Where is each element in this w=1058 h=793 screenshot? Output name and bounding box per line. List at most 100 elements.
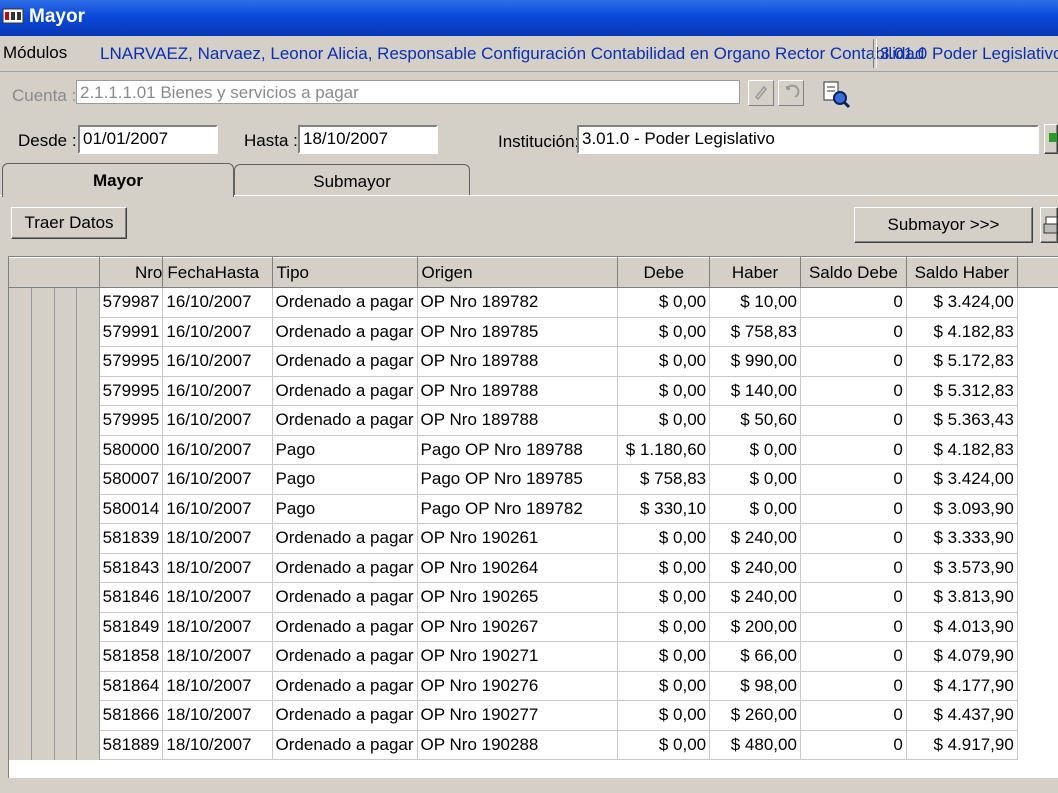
cell-tipo[interactable]: Ordenado a pagar <box>272 287 418 318</box>
cell-debe[interactable]: $ 758,83 <box>617 464 711 495</box>
cell-saldo-debe[interactable]: 0 <box>800 464 907 495</box>
cell-nro[interactable]: 581864 <box>99 671 164 701</box>
cell-haber[interactable]: $ 200,00 <box>709 612 801 642</box>
cell-tipo[interactable]: Ordenado a pagar <box>272 376 418 406</box>
cell-debe[interactable]: $ 0,00 <box>617 582 711 613</box>
cell-fechahasta[interactable]: 18/10/2007 <box>162 730 273 760</box>
cell-tipo[interactable]: Ordenado a pagar <box>272 553 418 583</box>
table-row[interactable]: 581839 18/10/2007 Ordenado a pagar OP Nro 1… <box>9 523 1058 554</box>
cell-origen[interactable]: OP Nro 190271 <box>417 641 619 672</box>
cell-origen[interactable]: OP Nro 190261 <box>417 523 619 554</box>
cell-nro[interactable]: 580000 <box>99 435 164 465</box>
row-indicator-cell[interactable] <box>9 405 33 435</box>
cell-fechahasta[interactable]: 16/10/2007 <box>162 464 273 495</box>
cell-saldo-debe[interactable]: 0 <box>800 405 907 436</box>
cell-tipo[interactable]: Ordenado a pagar <box>272 317 418 347</box>
institucion-field[interactable]: 3.01.0 - Poder Legislativo <box>577 125 1039 154</box>
cell-nro[interactable]: 581889 <box>99 730 164 760</box>
cell-debe[interactable]: $ 0,00 <box>617 553 711 583</box>
col-tipo[interactable]: Tipo <box>272 257 418 288</box>
cell-fechahasta[interactable]: 16/10/2007 <box>162 317 273 347</box>
cell-saldo-haber[interactable]: $ 3.093,90 <box>906 494 1018 524</box>
cell-debe[interactable]: $ 0,00 <box>617 523 711 554</box>
row-indicator-cell[interactable] <box>76 287 100 317</box>
row-indicator-cell[interactable] <box>31 523 55 553</box>
ledger-grid[interactable]: Nro FechaHasta Tipo Origen Debe Haber Sa… <box>8 256 1058 780</box>
col-debe[interactable]: Debe <box>617 257 711 288</box>
row-indicator-cell[interactable] <box>9 376 33 406</box>
row-indicator-cell[interactable] <box>76 464 100 494</box>
cell-saldo-haber[interactable]: $ 5.172,83 <box>906 346 1018 377</box>
cell-nro[interactable]: 579987 <box>99 287 164 318</box>
cell-haber[interactable]: $ 66,00 <box>709 641 801 672</box>
cell-haber[interactable]: $ 98,00 <box>709 671 801 701</box>
row-indicator-cell[interactable] <box>9 346 33 376</box>
row-indicator-cell[interactable] <box>31 582 55 612</box>
cell-debe[interactable]: $ 0,00 <box>617 376 711 406</box>
cell-tipo[interactable]: Ordenado a pagar <box>272 700 418 731</box>
table-row[interactable]: 581864 18/10/2007 Ordenado a pagar OP Nro 1… <box>9 671 1058 701</box>
cell-saldo-haber[interactable]: $ 5.312,83 <box>906 376 1018 406</box>
table-row[interactable]: 579995 16/10/2007 Ordenado a pagar OP Nro 1… <box>9 376 1058 406</box>
row-indicator-cell[interactable] <box>9 700 33 730</box>
cell-origen[interactable]: OP Nro 189785 <box>417 317 619 347</box>
cell-debe[interactable]: $ 1.180,60 <box>617 435 711 465</box>
cell-nro[interactable]: 580007 <box>99 464 164 495</box>
traer-datos-button[interactable]: Traer Datos <box>11 207 127 239</box>
row-indicator-cell[interactable] <box>76 641 100 671</box>
row-indicator-cell[interactable] <box>54 700 78 730</box>
row-indicator-cell[interactable] <box>9 612 33 642</box>
cell-debe[interactable]: $ 0,00 <box>617 641 711 672</box>
row-indicator-cell[interactable] <box>31 612 55 642</box>
cell-fechahasta[interactable]: 18/10/2007 <box>162 612 273 642</box>
cell-tipo[interactable]: Ordenado a pagar <box>272 612 418 642</box>
row-indicator-cell[interactable] <box>9 730 33 760</box>
cell-haber[interactable]: $ 0,00 <box>709 435 801 465</box>
print-button[interactable] <box>1040 207 1058 243</box>
row-indicator-cell[interactable] <box>76 435 100 465</box>
desde-field[interactable]: 01/01/2007 <box>78 125 218 154</box>
row-indicator-cell[interactable] <box>76 523 100 553</box>
cell-fechahasta[interactable]: 16/10/2007 <box>162 346 273 377</box>
row-indicator-cell[interactable] <box>54 641 78 671</box>
cell-tipo[interactable]: Ordenado a pagar <box>272 641 418 672</box>
row-indicator-cell[interactable] <box>9 464 33 494</box>
row-indicator-cell[interactable] <box>54 346 78 376</box>
cell-haber[interactable]: $ 240,00 <box>709 523 801 554</box>
cell-debe[interactable]: $ 330,10 <box>617 494 711 524</box>
table-row[interactable]: 579987 16/10/2007 Ordenado a pagar OP Nro 1… <box>9 287 1058 318</box>
cell-tipo[interactable]: Ordenado a pagar <box>272 523 418 554</box>
submayor-button[interactable]: Submayor >>> <box>854 207 1033 243</box>
cell-tipo[interactable]: Ordenado a pagar <box>272 671 418 701</box>
cell-fechahasta[interactable]: 16/10/2007 <box>162 376 273 406</box>
cell-origen[interactable]: Pago OP Nro 189785 <box>417 464 619 495</box>
cell-saldo-haber[interactable]: $ 3.573,90 <box>906 553 1018 583</box>
row-indicator-cell[interactable] <box>54 405 78 435</box>
row-indicator-cell[interactable] <box>76 376 100 406</box>
cell-nro[interactable]: 581843 <box>99 553 164 583</box>
cell-saldo-haber[interactable]: $ 4.182,83 <box>906 435 1018 465</box>
cell-origen[interactable]: OP Nro 190277 <box>417 700 619 731</box>
cell-fechahasta[interactable]: 16/10/2007 <box>162 287 273 318</box>
row-indicator-cell[interactable] <box>54 464 78 494</box>
row-indicator-cell[interactable] <box>76 582 100 612</box>
cell-nro[interactable]: 581866 <box>99 700 164 731</box>
cell-nro[interactable]: 579995 <box>99 376 164 406</box>
row-indicator-cell[interactable] <box>9 435 33 465</box>
row-indicator-cell[interactable] <box>9 523 33 553</box>
col-fechahasta[interactable]: FechaHasta <box>162 257 273 288</box>
cell-saldo-debe[interactable]: 0 <box>800 641 907 672</box>
cell-origen[interactable]: Pago OP Nro 189788 <box>417 435 619 465</box>
cell-nro[interactable]: 581849 <box>99 612 164 642</box>
cell-tipo[interactable]: Ordenado a pagar <box>272 405 418 436</box>
row-indicator-cell[interactable] <box>54 730 78 760</box>
cell-origen[interactable]: OP Nro 190264 <box>417 553 619 583</box>
cell-saldo-debe[interactable]: 0 <box>800 523 907 554</box>
cell-haber[interactable]: $ 140,00 <box>709 376 801 406</box>
row-indicator-cell[interactable] <box>9 553 33 583</box>
row-indicator-cell[interactable] <box>76 612 100 642</box>
cell-saldo-haber[interactable]: $ 4.177,90 <box>906 671 1018 701</box>
row-indicator-cell[interactable] <box>31 435 55 465</box>
cell-haber[interactable]: $ 240,00 <box>709 553 801 583</box>
table-row[interactable]: 579991 16/10/2007 Ordenado a pagar OP Nro 1… <box>9 317 1058 347</box>
